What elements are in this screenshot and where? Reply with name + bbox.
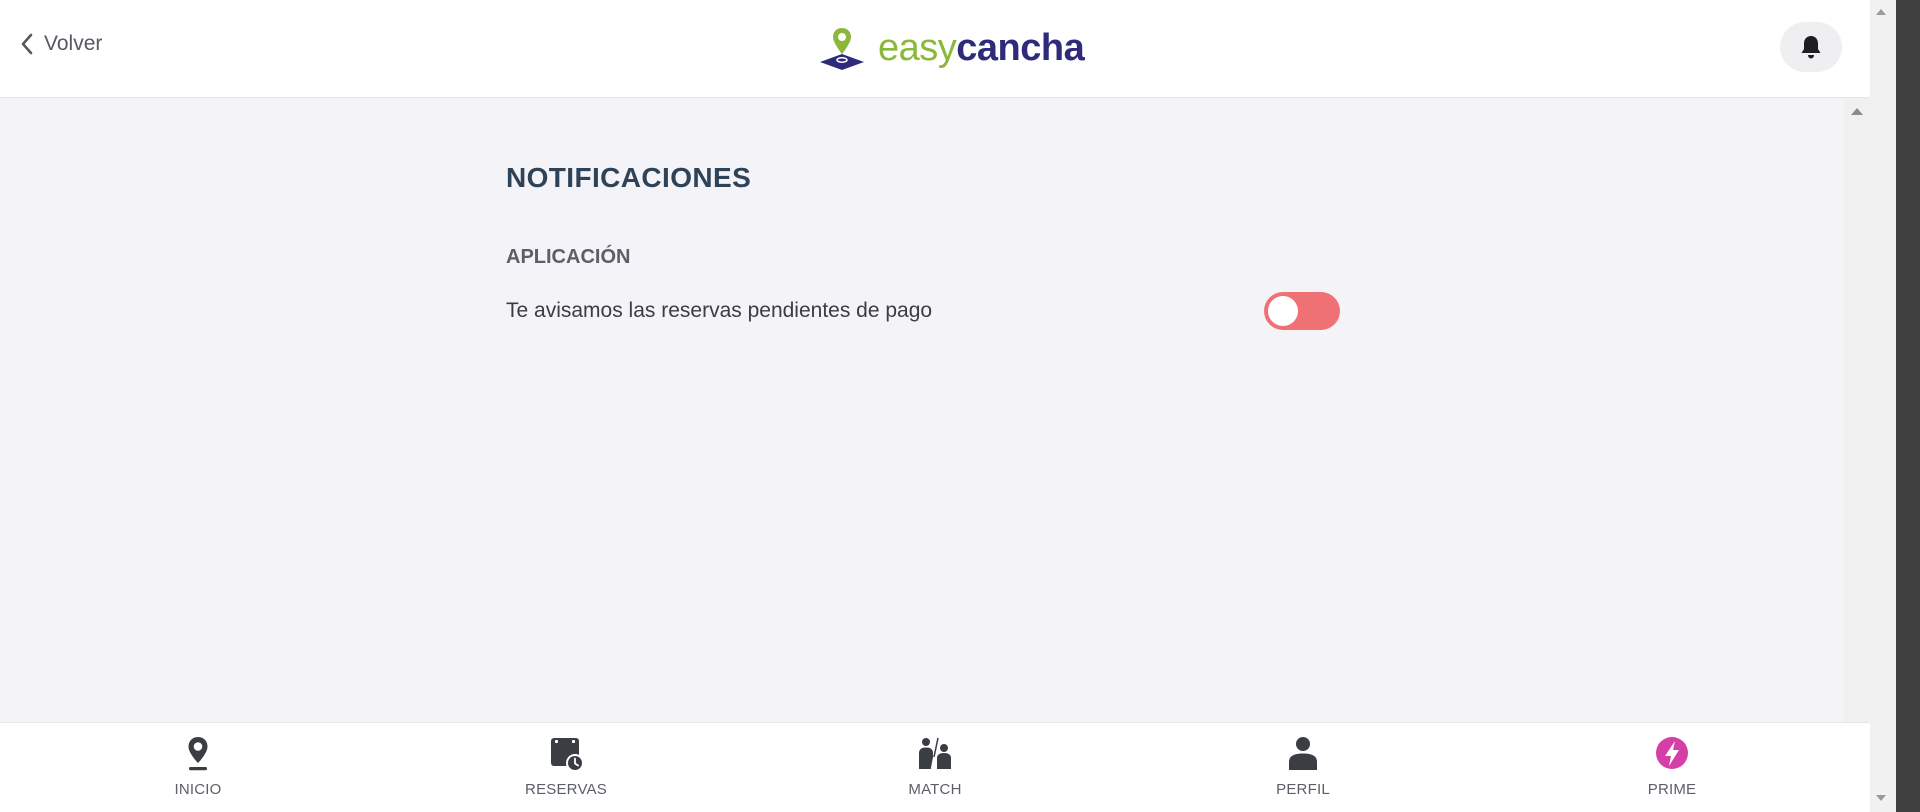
notifications-settings: NOTIFICACIONES APLICACIÓN Te avisamos la… bbox=[506, 162, 1340, 331]
nav-label-reservas: RESERVAS bbox=[525, 781, 607, 798]
logo-wordmark: easycancha bbox=[878, 25, 1085, 71]
nav-label-prime: PRIME bbox=[1647, 781, 1697, 798]
content-scrollbar[interactable] bbox=[1844, 98, 1870, 722]
back-label: Volver bbox=[44, 32, 103, 55]
nav-item-perfil[interactable]: PERFIL bbox=[1223, 735, 1383, 798]
section-title-aplicacion: APLICACIÓN bbox=[506, 246, 631, 268]
scroll-up-icon[interactable] bbox=[1876, 9, 1886, 15]
bell-icon bbox=[1801, 36, 1821, 59]
nav-item-inicio[interactable]: INICIO bbox=[118, 735, 278, 798]
location-pin-icon bbox=[188, 737, 208, 771]
match-players-icon bbox=[919, 737, 951, 770]
setting-label: Te avisamos las reservas pendientes de p… bbox=[506, 299, 933, 322]
person-icon bbox=[1289, 737, 1317, 770]
logo-wordmark-part1: easy bbox=[878, 27, 957, 69]
nav-item-prime[interactable]: PRIME bbox=[1592, 735, 1752, 798]
logo-wordmark-part2: cancha bbox=[956, 27, 1085, 69]
scroll-up-arrow-icon[interactable] bbox=[1851, 108, 1863, 115]
calendar-clock-icon bbox=[551, 738, 584, 772]
top-header: Volver easycancha bbox=[0, 0, 1870, 98]
notifications-button[interactable] bbox=[1780, 22, 1842, 72]
easycancha-logo[interactable]: easycancha bbox=[818, 24, 1085, 72]
window-scrollbar-thumb[interactable] bbox=[1896, 0, 1920, 812]
logo-pin-icon bbox=[820, 28, 864, 70]
toggle-knob bbox=[1268, 296, 1298, 326]
bottom-navigation: INICIO RESERVAS MATCH PERFIL PRIME bbox=[0, 722, 1870, 812]
app-window: Volver easycancha NOTIFICACIONES APLICAC… bbox=[0, 0, 1870, 812]
nav-item-reservas[interactable]: RESERVAS bbox=[486, 735, 646, 798]
nav-item-match[interactable]: MATCH bbox=[855, 735, 1015, 798]
nav-label-inicio: INICIO bbox=[174, 781, 222, 798]
setting-row-pending-payments: Te avisamos las reservas pendientes de p… bbox=[506, 291, 1340, 331]
chevron-left-icon bbox=[21, 33, 33, 55]
lightning-badge-icon bbox=[1656, 737, 1688, 769]
back-button[interactable]: Volver bbox=[20, 32, 102, 56]
page-title: NOTIFICACIONES bbox=[506, 162, 752, 193]
pending-payments-toggle[interactable] bbox=[1264, 292, 1340, 330]
scroll-down-icon[interactable] bbox=[1876, 795, 1886, 801]
nav-label-match: MATCH bbox=[908, 781, 962, 798]
nav-label-perfil: PERFIL bbox=[1276, 781, 1330, 798]
